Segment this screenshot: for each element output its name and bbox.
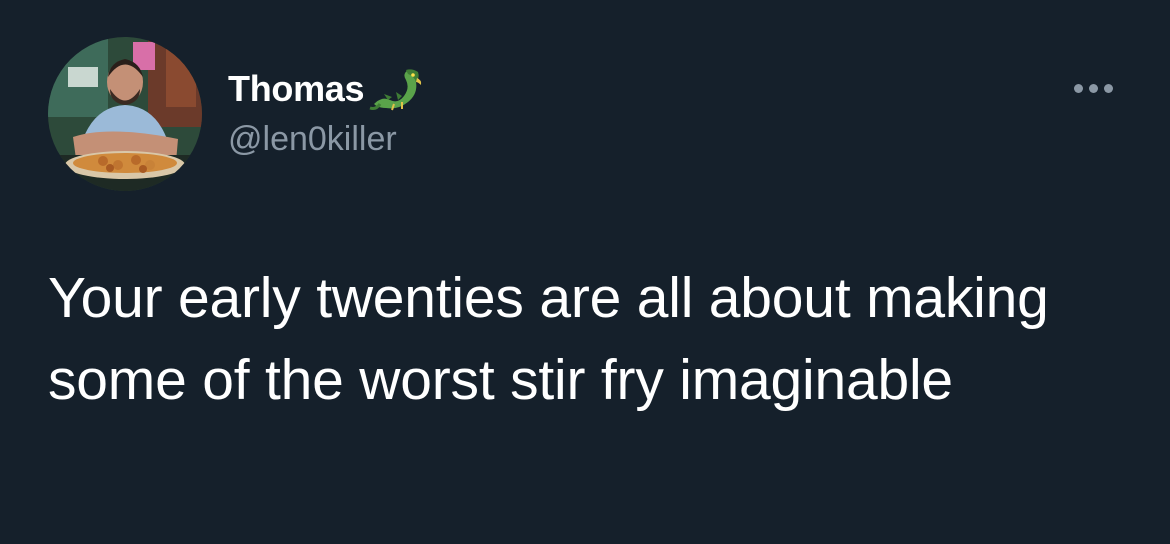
dragon-icon xyxy=(368,66,424,112)
author-name-row: Thomas xyxy=(228,66,424,112)
avatar[interactable] xyxy=(48,37,202,191)
more-options-button[interactable] xyxy=(1066,76,1120,100)
tweet-card: Thomas @len0killer Your early twenties a… xyxy=(0,0,1170,544)
user-handle[interactable]: @len0killer xyxy=(228,120,397,159)
display-name[interactable]: Thomas xyxy=(228,68,365,110)
tweet-text: Your early twenties are all about making… xyxy=(48,266,1049,412)
more-options-icon xyxy=(1073,83,1113,93)
